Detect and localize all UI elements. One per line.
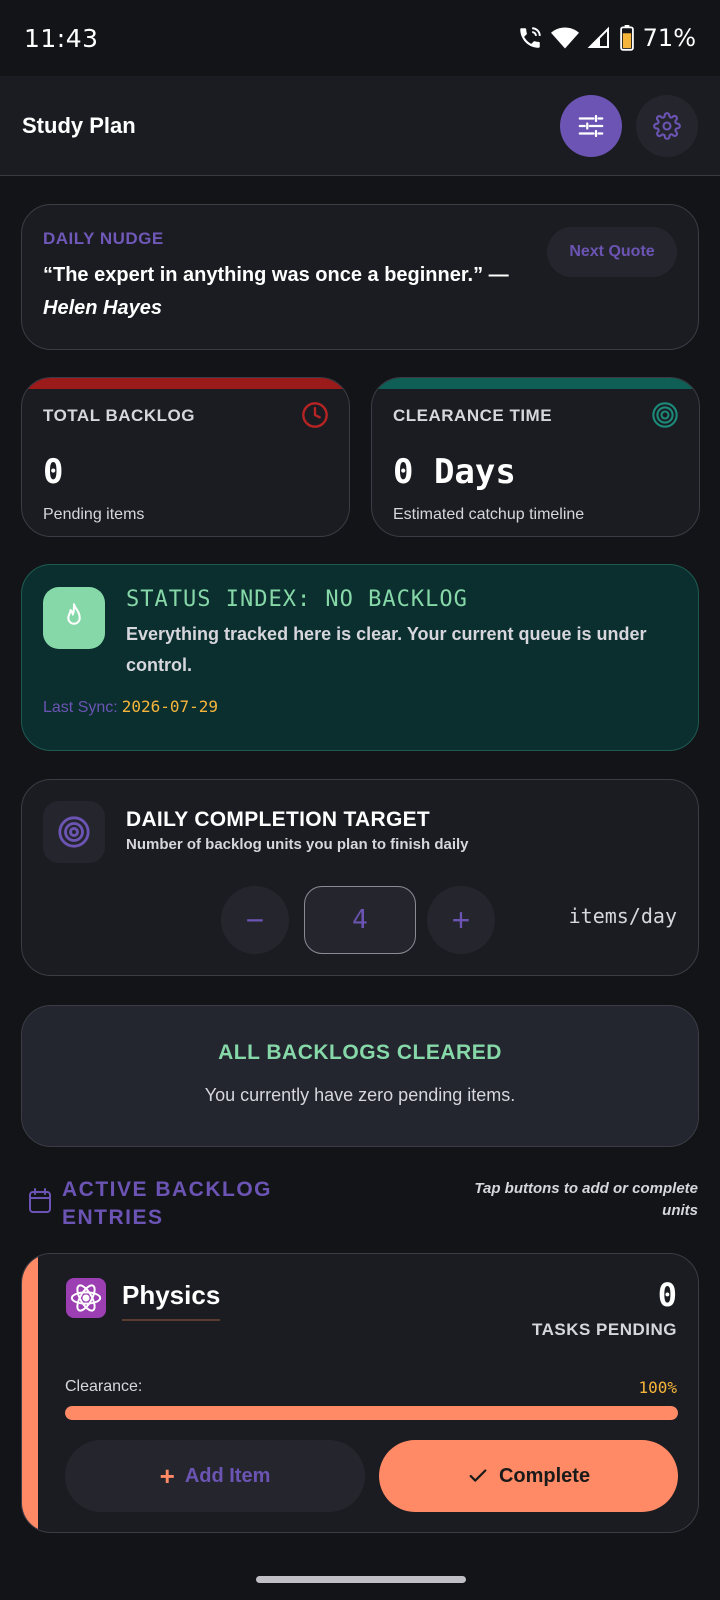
cleared-title: ALL BACKLOGS CLEARED [218, 1041, 502, 1064]
target-icon [652, 402, 678, 428]
plus-icon: + [159, 1460, 175, 1491]
calendar-icon [29, 1188, 51, 1213]
active-title-line2: ENTRIES [62, 1206, 164, 1229]
app-bar: Study Plan [0, 76, 720, 176]
pending-label: TASKS PENDING [531, 1320, 677, 1339]
active-title-line1: ACTIVE BACKLOG [62, 1178, 272, 1201]
sync-label: Last Sync: [43, 699, 118, 716]
status-index-card: STATUS INDEX: NO BACKLOG Everything trac… [21, 564, 699, 751]
bullseye-icon [58, 816, 90, 848]
last-sync: Last Sync: 2026-07-29 [43, 697, 218, 717]
clearance-accent-bar [372, 378, 699, 389]
status-title: STATUS INDEX: NO BACKLOG [126, 587, 468, 612]
check-icon [469, 1469, 487, 1482]
target-icon-box [43, 801, 105, 863]
app-bar-actions [560, 94, 698, 157]
clearance-sub: Estimated catchup timeline [393, 506, 585, 523]
sliders-icon [578, 114, 604, 137]
battery-percent: 71% [642, 24, 696, 52]
pending-count: 0 [657, 1276, 677, 1314]
daily-target-card: DAILY COMPLETION TARGET Number of backlo… [21, 779, 699, 976]
clearance-percent: 100% [638, 1378, 677, 1397]
increment-button[interactable]: + [427, 886, 495, 954]
complete-label: Complete [498, 1464, 591, 1487]
add-item-button[interactable]: + Add Item [65, 1440, 365, 1512]
quote-text: “The expert in anything was once a begin… [43, 264, 509, 286]
subject-accent-strip [22, 1254, 38, 1532]
clearance-progress-label: Clearance: [65, 1378, 143, 1395]
clearance-value: 0 Days [393, 452, 516, 492]
signal-icon [587, 26, 609, 48]
app-title: Study Plan [22, 112, 136, 138]
backlog-accent-bar [22, 378, 349, 389]
target-unit: items/day [568, 904, 677, 928]
total-backlog-card: TOTAL BACKLOG 0 Pending items [21, 377, 350, 537]
status-bar: 11:43 71% [0, 0, 720, 76]
gear-icon [653, 111, 681, 140]
filter-button[interactable] [560, 94, 622, 157]
target-title: DAILY COMPLETION TARGET [126, 808, 431, 831]
wifi-call-icon [519, 27, 541, 48]
daily-nudge-card: DAILY NUDGE “The expert in anything was … [21, 204, 699, 350]
battery-icon [619, 25, 634, 51]
active-backlog-header: ACTIVE BACKLOG ENTRIES Tap buttons to ad… [28, 1176, 698, 1232]
subject-card: Physics 0 TASKS PENDING Clearance: 100% … [21, 1253, 699, 1533]
clearance-progress-fill [65, 1406, 678, 1420]
active-hint: Tap buttons to add or complete units [474, 1180, 698, 1219]
target-subtitle: Number of backlog units you plan to fini… [126, 836, 469, 853]
status-text: Everything tracked here is clear. Your c… [126, 624, 647, 675]
next-quote-button[interactable]: Next Quote [547, 227, 677, 277]
decrement-button[interactable]: − [221, 886, 289, 954]
complete-button[interactable]: Complete [379, 1440, 678, 1512]
sync-value: 2026-07-29 [121, 697, 219, 716]
home-indicator[interactable] [256, 1576, 466, 1583]
target-input[interactable]: 4 [304, 886, 416, 954]
backlog-label: TOTAL BACKLOG [43, 406, 195, 425]
status-time: 11:43 [24, 23, 99, 53]
cleared-subtitle: You currently have zero pending items. [204, 1085, 516, 1105]
atom-icon [66, 1278, 106, 1318]
settings-button[interactable] [636, 94, 698, 157]
wifi-icon [550, 27, 579, 49]
clearance-label: CLEARANCE TIME [393, 406, 553, 425]
status-icons: 71% [517, 24, 696, 52]
backlog-value: 0 [43, 452, 64, 492]
add-item-label: Add Item [184, 1464, 271, 1487]
nudge-quote: “The expert in anything was once a begin… [43, 259, 563, 325]
clearance-progress-bar [65, 1406, 678, 1420]
clock-icon [302, 402, 328, 428]
backlog-sub: Pending items [43, 506, 145, 523]
flame-icon [67, 603, 81, 625]
active-title: ACTIVE BACKLOG ENTRIES [62, 1176, 272, 1232]
subject-name: Physics [122, 1280, 221, 1321]
status-icon-box [43, 587, 105, 649]
clearance-time-card: CLEARANCE TIME 0 Days Estimated catchup … [371, 377, 700, 537]
quote-author: Helen Hayes [43, 297, 162, 319]
all-cleared-card: ALL BACKLOGS CLEARED You currently have … [21, 1005, 699, 1147]
